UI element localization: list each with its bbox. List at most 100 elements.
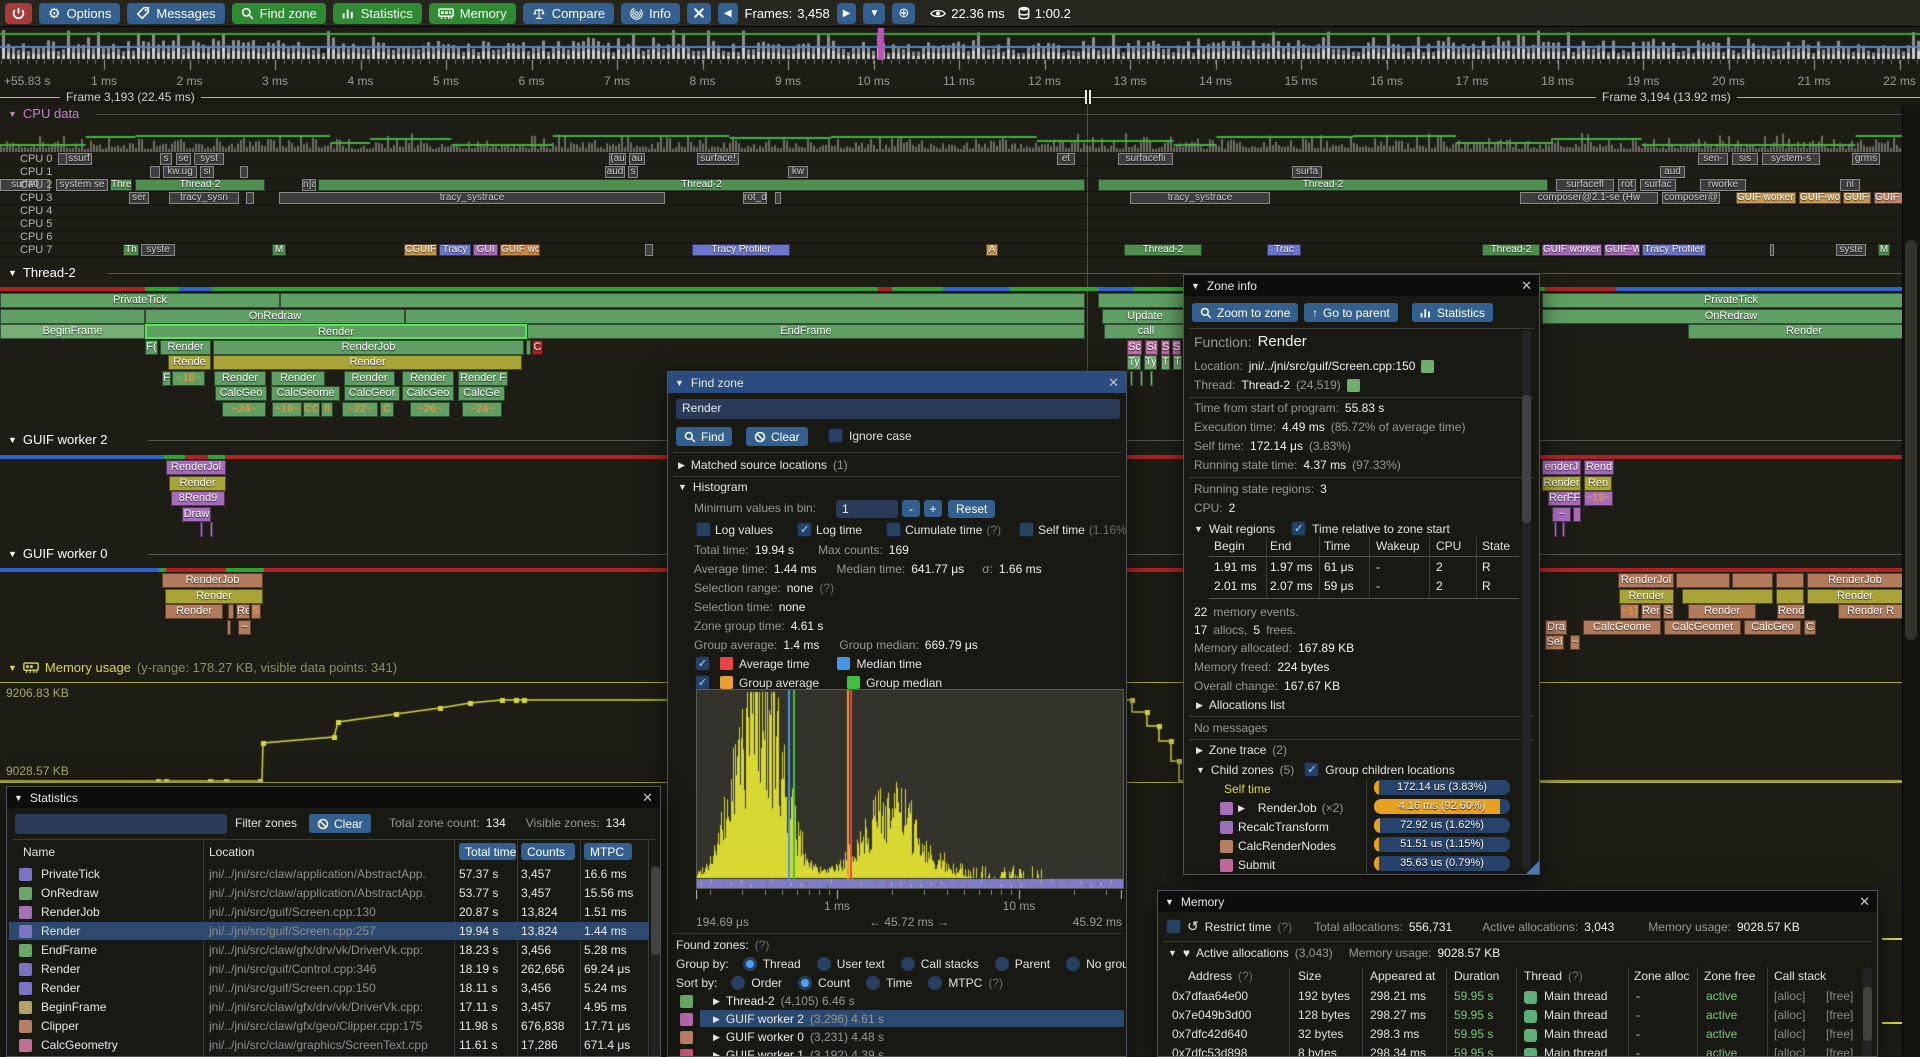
find-zone-button[interactable]: Find zone (232, 3, 326, 24)
thread-section-header[interactable]: ▼GUIF worker 0 (8, 546, 107, 561)
zone-bar[interactable]: Draw (182, 507, 211, 522)
zone-bar[interactable]: ~ (238, 620, 251, 635)
zone-bar[interactable] (1682, 589, 1773, 604)
cpu-zone[interactable]: Thread-2 (1482, 244, 1540, 256)
memory-col-header[interactable]: Size (1298, 969, 1321, 983)
cpu-zone[interactable]: sen- (1698, 153, 1728, 165)
zone-bar[interactable]: Render (1807, 589, 1903, 604)
cpu-zone[interactable]: Thre (110, 179, 132, 191)
zone-bar[interactable]: 8 (321, 402, 333, 417)
cpu-zone[interactable]: grms (1852, 153, 1880, 165)
cpu-zone[interactable]: aud (1660, 166, 1685, 178)
cpu-zone[interactable]: ser (129, 192, 149, 204)
zone-bar[interactable]: Render (1688, 324, 1920, 339)
cpu-zone[interactable]: rot_d (743, 192, 767, 204)
zone-bar[interactable]: RenderJol (166, 460, 226, 475)
zone-bar[interactable] (0, 309, 145, 324)
child-time-bar[interactable]: 72.92 us (1.62%) (1374, 818, 1510, 833)
column-header-location[interactable]: Location (209, 845, 254, 859)
zone-bar[interactable]: ~26~ (410, 402, 450, 417)
expand-arrow-icon[interactable]: ▶ (1196, 700, 1203, 711)
cpu-zone[interactable] (645, 244, 653, 256)
zone-bar[interactable]: Render (344, 371, 395, 386)
self-time-checkbox[interactable] (1019, 522, 1034, 537)
zone-trace-row[interactable]: ▶Zone trace(2) (1196, 743, 1287, 757)
log-time-checkbox[interactable]: ✓ (797, 522, 812, 537)
memory-col-header[interactable]: Duration (1454, 969, 1499, 983)
frame-overview-strip[interactable] (0, 28, 1920, 60)
memory-col-header[interactable]: Zone free (1704, 969, 1755, 983)
expand-arrow-icon[interactable]: ▶ (678, 460, 685, 471)
free-callstack-link[interactable]: [free] (1826, 1008, 1853, 1022)
cpu-zone[interactable]: s (160, 153, 172, 165)
child-time-bar[interactable]: 51.51 us (1.15%) (1374, 837, 1510, 852)
child-zone-row[interactable]: Submit (1198, 858, 1275, 872)
zone-bar[interactable] (1562, 522, 1565, 537)
group-children-checkbox[interactable]: ✓ (1304, 762, 1319, 777)
zone-bar[interactable]: RenderJob (213, 340, 524, 355)
wait-col-header[interactable]: State (1482, 539, 1510, 553)
zone-bar[interactable]: Rend (1584, 460, 1614, 475)
cpu-zone[interactable]: syst (194, 153, 224, 165)
cpu-zone[interactable]: tracy_systrace (1130, 192, 1270, 204)
statistics-window[interactable]: ▼ Statistics ✕ Filter zones Clear Total … (6, 786, 661, 1057)
found-zone-group-row[interactable]: ▶Thread-2(4,105) 6.46 s (680, 994, 855, 1008)
statistics-button[interactable]: Statistics (1412, 303, 1493, 322)
statistics-row[interactable]: EndFramejni/../jni/src/claw/gfx/drv/vk/D… (7, 943, 661, 961)
allocation-row[interactable]: 0x7dfc53d8988 bytes298.34 ms59.95 sMain … (1158, 1046, 1878, 1057)
zone-bar[interactable]: CalcGeo (1744, 620, 1801, 635)
zone-bar[interactable] (227, 620, 231, 635)
statistics-row[interactable]: RenderJobjni/../jni/src/guif/Screen.cpp:… (7, 905, 661, 923)
cpu-zone[interactable]: si (200, 166, 214, 178)
column-header-total-time[interactable]: Total time (459, 843, 516, 860)
legend-checkbox[interactable]: ✓ (695, 675, 710, 690)
cpu-zone[interactable]: tracy_sysn (169, 192, 239, 204)
zone-bar[interactable]: Rende (168, 355, 211, 370)
resize-grip[interactable] (1526, 861, 1539, 874)
zone-bar[interactable] (526, 340, 531, 355)
zone-bar[interactable] (1140, 371, 1143, 386)
zone-bar[interactable]: CalcGeome (1583, 620, 1661, 635)
zone-bar[interactable]: S (1663, 604, 1674, 619)
zone-bar[interactable]: Render (1688, 604, 1756, 619)
messages-button[interactable]: Messages (127, 3, 224, 24)
zone-bar[interactable]: S (1161, 340, 1170, 355)
child-zone-row[interactable]: ▶RenderJob(×2) (1198, 801, 1343, 815)
cpu-zone[interactable]: Th (123, 244, 139, 256)
compare-button[interactable]: Compare (523, 3, 614, 24)
statistics-row[interactable]: OnRedrawjni/../jni/src/claw/application/… (7, 886, 661, 904)
min-bin-decrement-button[interactable]: - (902, 500, 920, 517)
cpu-zone[interactable]: rot (1618, 179, 1636, 191)
radio-parent[interactable] (995, 957, 1009, 971)
cpu-zone[interactable]: rworke (1700, 179, 1746, 191)
zone-bar[interactable] (1776, 573, 1804, 588)
cpu-zone[interactable]: GUIF worker 0 (1736, 192, 1796, 204)
zone-bar[interactable]: Ren (1584, 476, 1612, 491)
cpu-zone[interactable] (150, 166, 160, 178)
expand-arrow-icon[interactable]: ▶ (713, 1014, 720, 1025)
zone-bar[interactable]: C (1804, 620, 1816, 635)
collapse-arrow-icon[interactable]: ▼ (1196, 765, 1205, 775)
zone-bar[interactable]: RenderJol (1618, 573, 1674, 588)
cpu-zone[interactable]: system-s (1762, 153, 1820, 165)
zone-bar[interactable]: ~17~ (1620, 604, 1639, 619)
memory-col-header[interactable]: Thread(?) (1524, 969, 1583, 983)
histogram-section-row[interactable]: ▼Histogram (678, 480, 748, 494)
clear-filter-button[interactable]: Clear (309, 814, 371, 833)
radio-mtpc[interactable] (928, 976, 942, 990)
memory-col-header[interactable]: Address(?) (1188, 969, 1253, 983)
expand-arrow-icon[interactable]: ▶ (713, 1050, 720, 1057)
power-button[interactable] (5, 3, 32, 24)
location-row[interactable]: Location:jni/../jni/src/guif/Screen.cpp:… (1194, 359, 1434, 373)
checkbox[interactable] (828, 428, 843, 443)
zone-bar[interactable]: Render (169, 476, 226, 491)
cpu-zone[interactable]: Tracy Profiler (1642, 244, 1706, 256)
goto-frame-button[interactable]: ▼ (863, 3, 885, 24)
find-button[interactable]: Find (676, 427, 732, 446)
cpu-zone[interactable]: Thread-2 (135, 179, 265, 191)
zone-bar[interactable] (1150, 371, 1153, 386)
cpu-zone[interactable]: surfa (1292, 166, 1322, 178)
zone-bar[interactable]: F (162, 371, 171, 386)
zone-bar[interactable]: ~ (1570, 635, 1580, 650)
cpu-zone[interactable]: sis (1732, 153, 1758, 165)
